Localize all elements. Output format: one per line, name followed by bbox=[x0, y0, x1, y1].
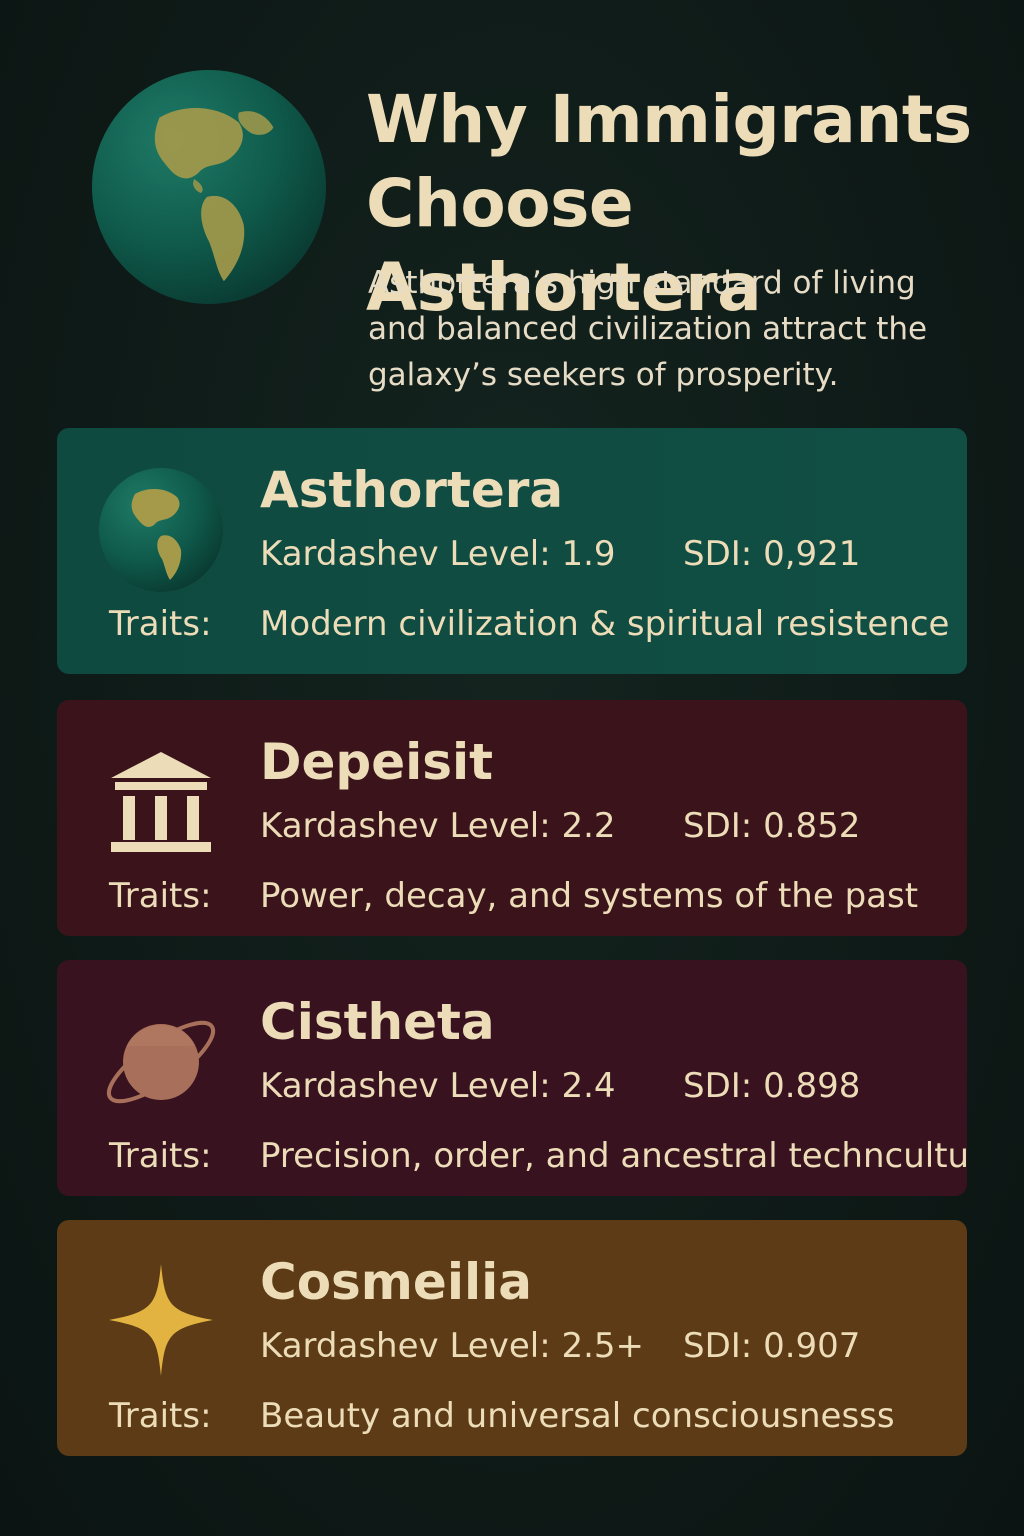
traits-label: Traits: bbox=[109, 876, 212, 916]
card-title: Cosmeilia bbox=[260, 1253, 532, 1311]
subtitle-line-3: galaxy’s seekers of prosperity. bbox=[368, 357, 839, 393]
sdi-label: SDI: bbox=[683, 806, 764, 846]
subtitle-line-2: and balanced civilization attract the bbox=[368, 311, 928, 347]
traits-value: Modern civilization & spiritual resisten… bbox=[260, 604, 950, 644]
traits-value: Beauty and universal consciousnesss bbox=[260, 1396, 895, 1436]
sdi: SDI: 0.898 bbox=[683, 1064, 860, 1108]
kardashev-level: Kardashev Level: 2.4 bbox=[260, 1064, 616, 1108]
traits-value: Precision, order, and ancestral techn­cu… bbox=[260, 1136, 967, 1176]
sdi: SDI: 0.852 bbox=[683, 804, 860, 848]
kardashev-value: 1.9 bbox=[561, 534, 616, 574]
kardashev-value: 2.5+ bbox=[561, 1326, 645, 1366]
columns-building-icon bbox=[111, 752, 211, 852]
kardashev-label: Kardashev Level: bbox=[260, 534, 562, 574]
traits-value: Power, decay, and systems of the past bbox=[260, 876, 919, 916]
sdi-value: 0,921 bbox=[763, 534, 861, 574]
sdi-label: SDI: bbox=[683, 534, 764, 574]
card-cistheta: Cistheta Kardashev Level: 2.4 SDI: 0.898… bbox=[57, 960, 967, 1196]
kardashev-level: Kardashev Level: 1.9 bbox=[260, 532, 616, 576]
page-subtitle: Asthortera’s high standard of living and… bbox=[368, 260, 948, 398]
kardashev-value: 2.4 bbox=[561, 1066, 616, 1106]
four-point-star-icon bbox=[109, 1264, 213, 1376]
sdi-label: SDI: bbox=[683, 1066, 764, 1106]
title-line-1: Why Immigrants bbox=[366, 81, 972, 158]
card-cosmeilia: Cosmeilia Kardashev Level: 2.5+ SDI: 0.9… bbox=[57, 1220, 967, 1456]
sdi-value: 0.852 bbox=[763, 806, 861, 846]
kardashev-label: Kardashev Level: bbox=[260, 806, 562, 846]
kardashev-level: Kardashev Level: 2.5+ bbox=[260, 1324, 644, 1368]
globe-icon bbox=[99, 468, 223, 592]
ringed-planet-icon bbox=[106, 1020, 216, 1104]
globe-icon bbox=[91, 69, 327, 305]
card-title: Cistheta bbox=[260, 993, 495, 1051]
sdi-label: SDI: bbox=[683, 1326, 764, 1366]
card-depeisit: Depeisit Kardashev Level: 2.2 SDI: 0.852… bbox=[57, 700, 967, 936]
card-title: Asthortera bbox=[260, 461, 564, 519]
card-asthortera: Asthortera Kardashev Level: 1.9 SDI: 0,9… bbox=[57, 428, 967, 674]
traits-label: Traits: bbox=[109, 1396, 212, 1436]
subtitle-line-1: Asthortera’s high standard of living bbox=[368, 265, 916, 301]
traits-label: Traits: bbox=[109, 604, 212, 644]
kardashev-value: 2.2 bbox=[561, 806, 616, 846]
sdi: SDI: 0.907 bbox=[683, 1324, 860, 1368]
sdi-value: 0.907 bbox=[763, 1326, 861, 1366]
kardashev-label: Kardashev Level: bbox=[260, 1326, 562, 1366]
kardashev-label: Kardashev Level: bbox=[260, 1066, 562, 1106]
kardashev-level: Kardashev Level: 2.2 bbox=[260, 804, 616, 848]
card-title: Depeisit bbox=[260, 733, 494, 791]
sdi: SDI: 0,921 bbox=[683, 532, 860, 576]
traits-label: Traits: bbox=[109, 1136, 212, 1176]
sdi-value: 0.898 bbox=[763, 1066, 861, 1106]
